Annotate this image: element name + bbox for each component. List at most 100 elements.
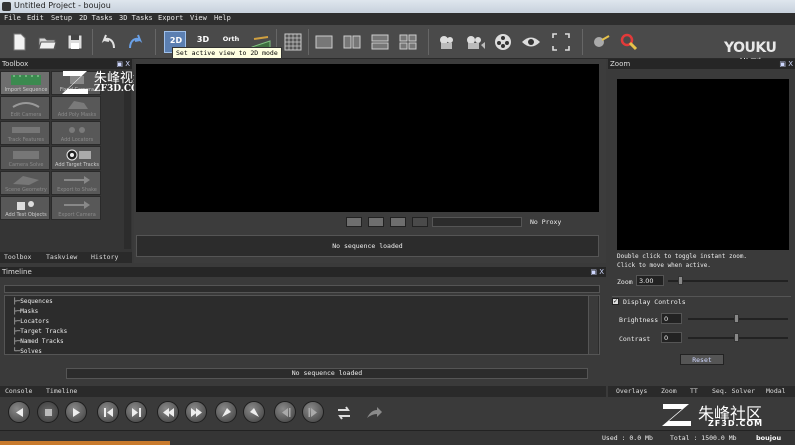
tab-timeline[interactable]: Timeline xyxy=(46,387,77,395)
tab-overlays[interactable]: Overlays xyxy=(616,387,647,395)
zoom-slider[interactable] xyxy=(668,280,788,282)
view-eye-button[interactable] xyxy=(520,31,542,53)
zoom-view[interactable] xyxy=(617,79,789,250)
layout-single-button[interactable] xyxy=(313,31,335,53)
playback-options-button[interactable] xyxy=(363,402,385,424)
viewport-disabled-button[interactable] xyxy=(412,217,428,227)
camera-track-button[interactable] xyxy=(464,31,486,53)
menu-export[interactable]: Export xyxy=(158,14,183,22)
viewport-frame-field[interactable] xyxy=(432,217,522,227)
frame-fit-button[interactable] xyxy=(550,31,572,53)
tree-item-named-tracks[interactable]: ├─Named Tracks xyxy=(13,338,64,345)
timeline-scrollbar[interactable] xyxy=(588,296,598,354)
proxy-label[interactable]: No Proxy xyxy=(530,218,561,226)
panel-dock-close-icon[interactable]: ▣ X xyxy=(116,59,130,69)
tree-item-masks[interactable]: ├─Masks xyxy=(13,308,38,315)
menu-setup[interactable]: Setup xyxy=(51,14,72,22)
viewport-refresh-button[interactable] xyxy=(390,217,406,227)
poly-mask-icon xyxy=(68,101,88,109)
prev-key-button[interactable] xyxy=(274,401,296,423)
zoom-value-field[interactable]: 3.00 xyxy=(636,275,664,286)
tab-console[interactable]: Console xyxy=(5,387,32,395)
play-reverse-button[interactable] xyxy=(8,401,30,423)
display-controls-checkbox[interactable]: ✓ xyxy=(612,298,619,305)
timeline-ruler[interactable] xyxy=(4,285,600,293)
tree-item-locators[interactable]: ├─Locators xyxy=(13,318,49,325)
tree-item-solves[interactable]: └─Solves xyxy=(13,348,42,355)
tab-zoom[interactable]: Zoom xyxy=(661,387,677,395)
tab-seq-solver[interactable]: Seq. Solver xyxy=(712,387,755,395)
menu-3d-tasks[interactable]: 3D Tasks xyxy=(119,14,153,22)
grid-toggle-button[interactable] xyxy=(282,31,304,53)
camera-view-button[interactable] xyxy=(436,31,458,53)
tab-modal[interactable]: Modal xyxy=(766,387,786,395)
menu-2d-tasks[interactable]: 2D Tasks xyxy=(79,14,113,22)
tool-camera-solve[interactable]: Camera Solve xyxy=(0,146,50,170)
step-back-button[interactable] xyxy=(97,401,119,423)
menu-help[interactable]: Help xyxy=(214,14,231,22)
go-to-end-button[interactable] xyxy=(185,401,207,423)
menu-view[interactable]: View xyxy=(190,14,207,22)
panel-dock-close-icon[interactable]: ▣ X xyxy=(779,59,793,69)
tree-item-sequences[interactable]: ├─Sequences xyxy=(13,298,53,305)
image-viewport[interactable] xyxy=(136,64,599,212)
redo-button[interactable] xyxy=(124,31,146,53)
menu-edit[interactable]: Edit xyxy=(27,14,44,22)
tree-item-target-tracks[interactable]: ├─Target Tracks xyxy=(13,328,67,335)
layout-split-vertical-button[interactable] xyxy=(341,31,363,53)
tab-taskview[interactable]: Taskview xyxy=(46,253,77,261)
reset-button[interactable]: Reset xyxy=(680,354,724,365)
layout-quad-button[interactable] xyxy=(397,31,419,53)
new-file-button[interactable] xyxy=(8,31,30,53)
app-icon xyxy=(2,2,11,11)
go-to-start-button[interactable] xyxy=(157,401,179,423)
tool-edit-camera[interactable]: Edit Camera xyxy=(0,96,50,120)
tab-tt[interactable]: TT xyxy=(690,387,698,395)
tab-toolbox[interactable]: Toolbox xyxy=(4,253,31,261)
brightness-slider-handle[interactable] xyxy=(734,314,739,323)
tool-import-sequence[interactable]: Import Sequence xyxy=(0,71,50,95)
play-button[interactable] xyxy=(65,401,87,423)
viewport-frame-button[interactable] xyxy=(368,217,384,227)
set-out-point-button[interactable] xyxy=(243,401,265,423)
tool-track-features[interactable]: Track Features xyxy=(0,121,50,145)
zoom-slider-handle[interactable] xyxy=(678,276,683,285)
layout-split-vertical-icon xyxy=(343,35,361,49)
menu-file[interactable]: File xyxy=(4,14,21,22)
undo-icon xyxy=(101,34,115,49)
contrast-label: Contrast xyxy=(619,335,651,343)
layout-split-horizontal-button[interactable] xyxy=(369,31,391,53)
contrast-field[interactable]: 0 xyxy=(661,332,682,343)
search-button[interactable] xyxy=(618,31,640,53)
loop-toggle-button[interactable] xyxy=(333,402,355,424)
tool-label: Add Target Tracks xyxy=(54,162,100,168)
tool-scene-geometry[interactable]: Scene Geometry xyxy=(0,171,50,195)
stop-button[interactable] xyxy=(37,401,59,423)
panel-dock-close-icon[interactable]: ▣ X xyxy=(590,267,604,277)
tool-add-test-objects[interactable]: Add Test Objects xyxy=(0,196,50,220)
film-reel-button[interactable] xyxy=(492,31,514,53)
save-button[interactable] xyxy=(64,31,86,53)
folder-open-icon xyxy=(38,37,57,50)
step-forward-button[interactable] xyxy=(125,401,147,423)
track-features-icon xyxy=(12,127,40,133)
tool-add-target-tracks[interactable]: Add Target Tracks xyxy=(51,146,101,170)
settings-button[interactable] xyxy=(590,31,612,53)
zf-community-watermark: 朱峰社区 ZF3D.COM xyxy=(660,400,795,430)
undo-button[interactable] xyxy=(98,31,120,53)
set-in-point-button[interactable] xyxy=(215,401,237,423)
next-key-button[interactable] xyxy=(302,401,324,423)
layout-single-icon xyxy=(315,35,333,49)
tool-add-poly-masks[interactable]: Add Poly Masks xyxy=(51,96,101,120)
viewport-camera-button[interactable] xyxy=(346,217,362,227)
tool-fixed-camera[interactable]: Fixed Camera xyxy=(51,71,101,95)
contrast-slider-handle[interactable] xyxy=(734,333,739,342)
toolbox-scrollbar[interactable] xyxy=(124,71,131,249)
tool-export-to-shake[interactable]: Export to Shake xyxy=(51,171,101,195)
open-button[interactable] xyxy=(36,31,58,53)
tab-history[interactable]: History xyxy=(91,253,118,261)
tool-add-locators[interactable]: Add Locators xyxy=(51,121,101,145)
tool-label: Add Test Objects xyxy=(5,212,47,218)
tool-export-camera[interactable]: Export Camera xyxy=(51,196,101,220)
brightness-field[interactable]: 0 xyxy=(661,313,682,324)
